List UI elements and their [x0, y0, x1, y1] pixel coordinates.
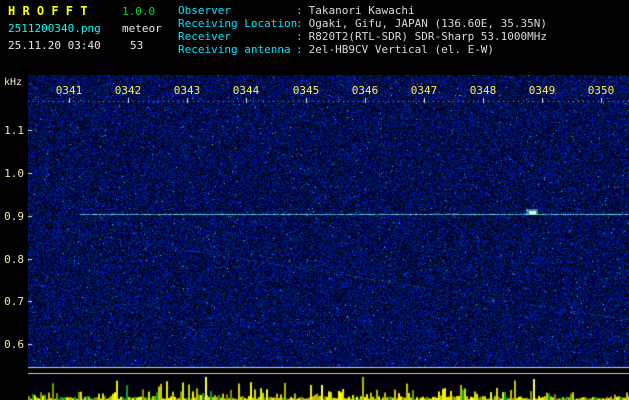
time-tick-label: 0350 — [587, 84, 615, 97]
y-tick-label: 1.1 — [4, 124, 24, 137]
info-separator: : — [296, 17, 303, 30]
info-label: Observer — [178, 4, 231, 17]
info-row-antenna: Receiving antenna:2el-HB9CV Vertical (el… — [178, 43, 547, 56]
echo-count: 53 — [130, 39, 144, 52]
y-tick-label: 1.0 — [4, 167, 24, 180]
time-tick-label: 0346 — [351, 84, 379, 97]
header: H R O F F T 1.0.0 2511200340.png meteor … — [0, 0, 629, 75]
time-tick-label: 0347 — [410, 84, 438, 97]
info-value: 2el-HB9CV Vertical (el. E-W) — [308, 43, 495, 56]
station-info: Observer: Takanori Kawachi Receiving Loca… — [178, 4, 547, 56]
info-row-observer: Observer: Takanori Kawachi — [178, 4, 547, 17]
y-tick-label: 0.9 — [4, 210, 24, 223]
frequency-unit-label: kHz — [4, 77, 23, 88]
info-row-receiver: Receiver: R820T2(RTL-SDR) SDR-Sharp 53.10… — [178, 30, 547, 43]
info-row-location: Receiving Location: Ogaki, Gifu, JAPAN (1… — [178, 17, 547, 30]
time-axis: 0341 0342 0343 0344 0345 0346 0347 0348 … — [28, 84, 629, 97]
time-tick-label: 0344 — [232, 84, 260, 97]
info-separator: : — [296, 43, 303, 56]
info-separator: : — [296, 4, 303, 17]
app-version: 1.0.0 — [122, 5, 156, 18]
info-value: Ogaki, Gifu, JAPAN (136.60E, 35.35N) — [308, 17, 548, 30]
info-value: R820T2(RTL-SDR) SDR-Sharp 53.1000MHz — [308, 30, 548, 43]
time-tick-label: 0341 — [55, 84, 83, 97]
y-tick-label: 0.6 — [4, 338, 24, 351]
frequency-axis: kHz 1.1 1.0 0.9 0.8 0.7 0.6 — [0, 75, 28, 400]
time-tick-label: 0349 — [528, 84, 556, 97]
filename: 2511200340.png — [8, 22, 101, 35]
time-tick-label: 0348 — [469, 84, 497, 97]
spectrogram-canvas — [28, 75, 629, 375]
mode-label: meteor — [122, 22, 162, 35]
app-title: H R O F F T — [8, 4, 88, 18]
time-tick-label: 0342 — [114, 84, 142, 97]
info-value: Takanori Kawachi — [308, 4, 415, 17]
time-tick-label: 0343 — [173, 84, 201, 97]
hrofft-window: H R O F F T 1.0.0 2511200340.png meteor … — [0, 0, 629, 400]
info-label: Receiving antenna — [178, 43, 291, 56]
y-tick-label: 0.8 — [4, 253, 24, 266]
datetime: 25.11.20 03:40 — [8, 39, 101, 52]
info-label: Receiver — [178, 30, 231, 43]
time-tick-label: 0345 — [292, 84, 320, 97]
info-label: Receiving Location — [178, 17, 298, 30]
info-separator: : — [296, 30, 303, 43]
signal-strength-strip — [28, 375, 629, 400]
y-tick-label: 0.7 — [4, 295, 24, 308]
